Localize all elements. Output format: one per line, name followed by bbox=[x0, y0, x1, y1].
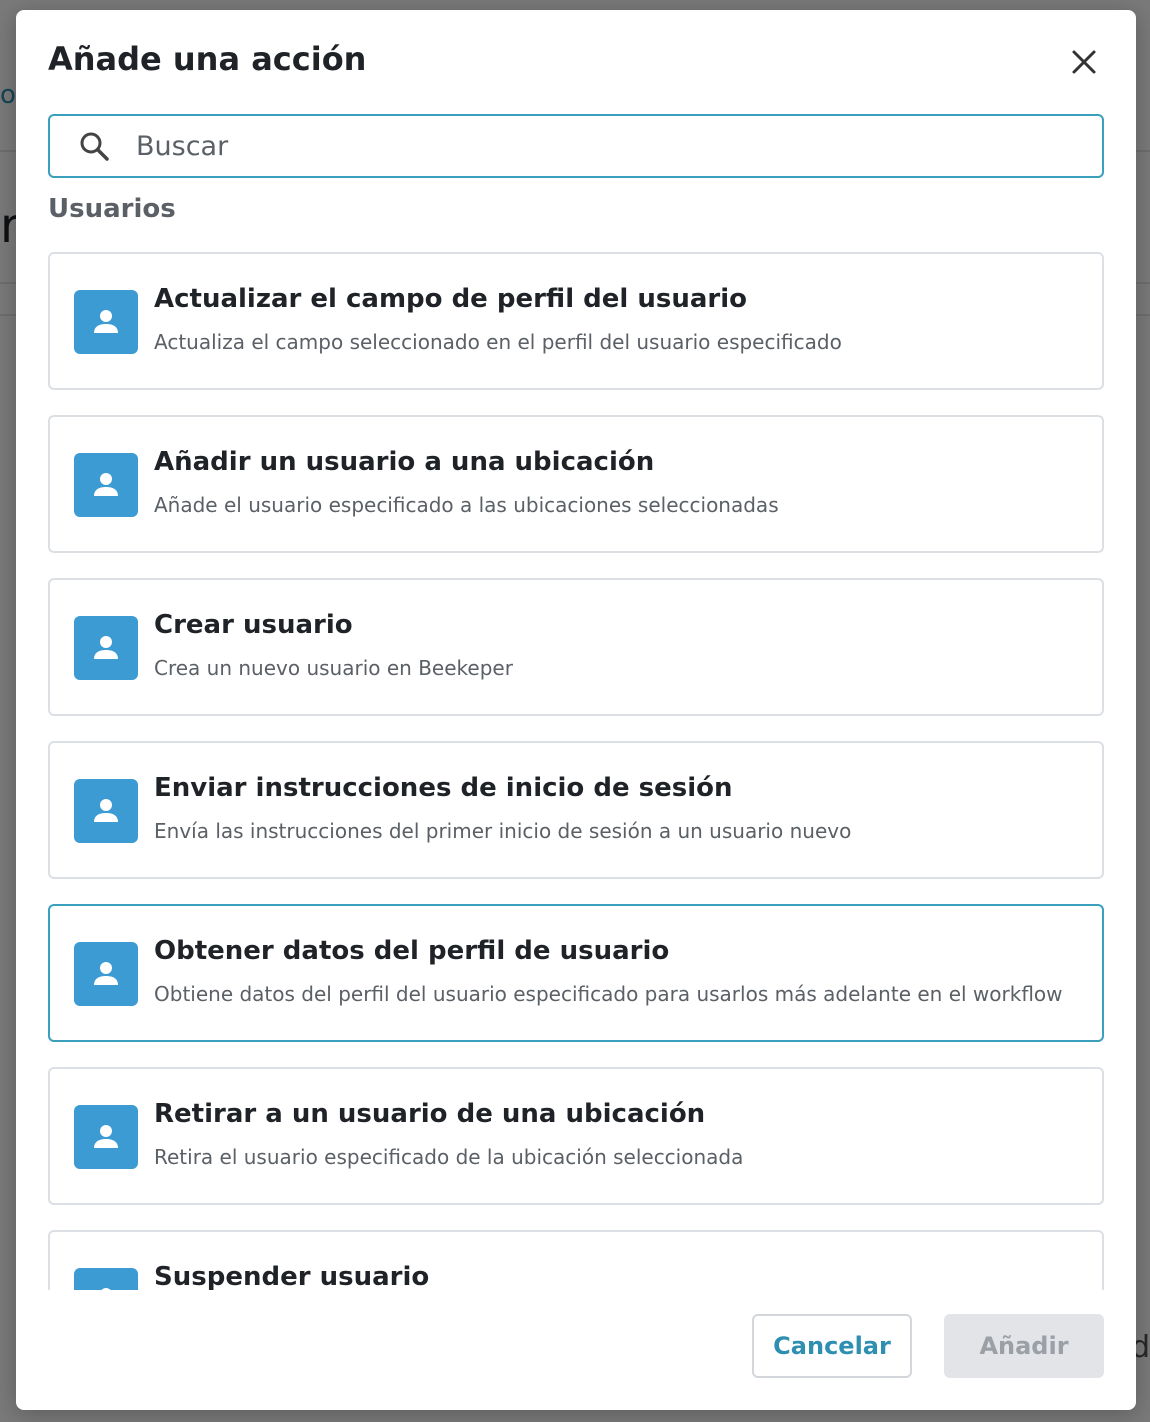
action-card[interactable]: Crear usuario Crea un nuevo usuario en B… bbox=[48, 578, 1104, 716]
user-icon bbox=[74, 1268, 138, 1290]
action-description: Crea un nuevo usuario en Beekeper bbox=[154, 656, 513, 680]
search-field[interactable] bbox=[48, 114, 1104, 178]
action-card[interactable]: Obtener datos del perfil de usuario Obti… bbox=[48, 904, 1104, 1042]
action-title: Enviar instrucciones de inicio de sesión bbox=[154, 773, 733, 803]
action-description: Actualiza el campo seleccionado en el pe… bbox=[154, 330, 842, 354]
action-title: Retirar a un usuario de una ubicación bbox=[154, 1099, 706, 1129]
add-button[interactable]: Añadir bbox=[944, 1314, 1104, 1378]
close-button[interactable] bbox=[1068, 46, 1100, 78]
user-icon bbox=[74, 453, 138, 517]
action-title: Actualizar el campo de perfil del usuari… bbox=[154, 284, 748, 314]
action-description: Obtiene datos del perfil del usuario esp… bbox=[154, 982, 1063, 1006]
action-card[interactable]: Suspender usuario bbox=[48, 1230, 1104, 1290]
action-description: Añade el usuario especificado a las ubic… bbox=[154, 493, 779, 517]
dialog-title: Añade una acción bbox=[48, 40, 367, 78]
action-description: Envía las instrucciones del primer inici… bbox=[154, 819, 852, 843]
cancel-button[interactable]: Cancelar bbox=[752, 1314, 912, 1378]
add-action-dialog: Añade una acción Usuarios Actualizar el … bbox=[16, 10, 1136, 1410]
search-icon bbox=[80, 132, 109, 161]
search-input[interactable] bbox=[136, 116, 1076, 176]
action-title: Suspender usuario bbox=[154, 1262, 430, 1290]
action-list[interactable]: Actualizar el campo de perfil del usuari… bbox=[48, 252, 1104, 1290]
action-card[interactable]: Actualizar el campo de perfil del usuari… bbox=[48, 252, 1104, 390]
action-title: Obtener datos del perfil de usuario bbox=[154, 936, 670, 966]
user-icon bbox=[74, 942, 138, 1006]
action-title: Crear usuario bbox=[154, 610, 353, 640]
action-card[interactable]: Añadir un usuario a una ubicación Añade … bbox=[48, 415, 1104, 553]
action-description: Retira el usuario especificado de la ubi… bbox=[154, 1145, 744, 1169]
action-card[interactable]: Retirar a un usuario de una ubicación Re… bbox=[48, 1067, 1104, 1205]
close-icon bbox=[1072, 50, 1096, 74]
user-icon bbox=[74, 1105, 138, 1169]
user-icon bbox=[74, 779, 138, 843]
section-label-users: Usuarios bbox=[48, 194, 176, 224]
user-icon bbox=[74, 616, 138, 680]
user-icon bbox=[74, 290, 138, 354]
action-title: Añadir un usuario a una ubicación bbox=[154, 447, 655, 477]
action-card[interactable]: Enviar instrucciones de inicio de sesión… bbox=[48, 741, 1104, 879]
